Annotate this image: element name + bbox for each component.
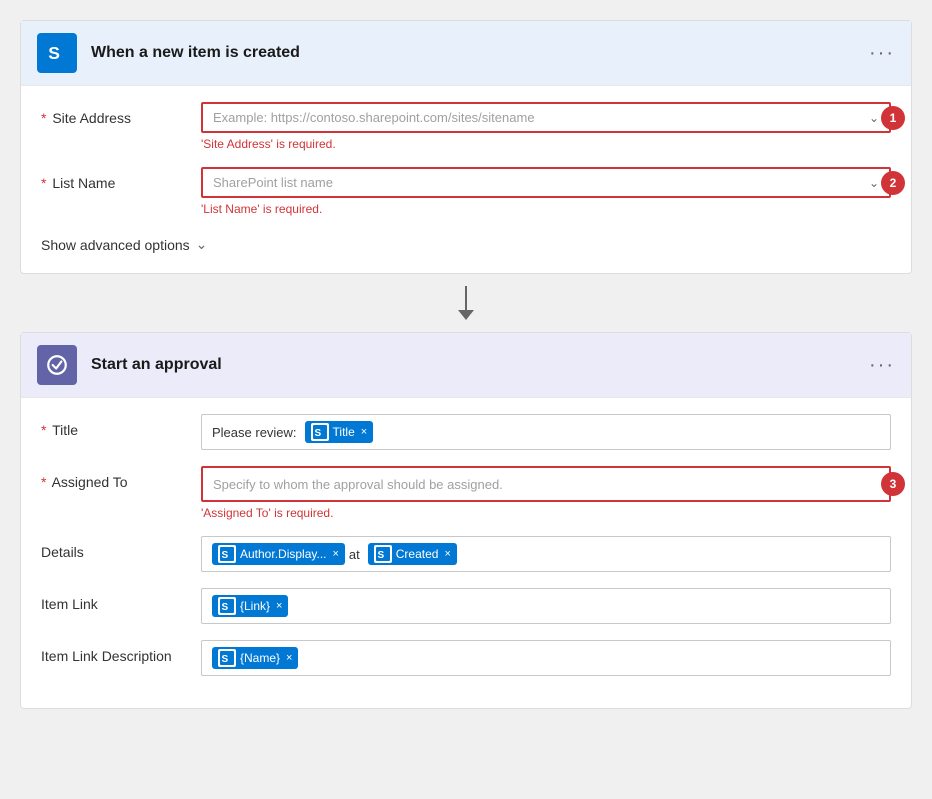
list-name-label: * List Name <box>41 167 201 191</box>
site-address-input-wrapper: Example: https://contoso.sharepoint.com/… <box>201 102 891 133</box>
trigger-card-menu[interactable]: ··· <box>869 42 895 65</box>
title-token[interactable]: S Title × <box>305 421 374 443</box>
details-token2-icon: S <box>374 545 392 563</box>
list-name-field: SharePoint list name ⌄ 2 'List Name' is … <box>201 167 891 216</box>
assigned-to-row: * Assigned To Specify to whom the approv… <box>41 466 891 520</box>
details-token2-label: Created <box>396 547 439 561</box>
arrow-line <box>458 286 474 320</box>
assigned-to-placeholder: Specify to whom the approval should be a… <box>213 477 503 492</box>
advanced-options-label: Show advanced options <box>41 237 190 253</box>
item-link-description-token-label: {Name} <box>240 651 280 665</box>
title-input[interactable]: Please review: S Title × <box>201 414 891 450</box>
list-name-placeholder: SharePoint list name <box>213 175 861 190</box>
list-name-step-badge: 2 <box>881 171 905 195</box>
approval-card-menu[interactable]: ··· <box>869 354 895 377</box>
title-token-close[interactable]: × <box>361 426 367 438</box>
connector-arrow <box>20 274 912 332</box>
site-address-placeholder: Example: https://contoso.sharepoint.com/… <box>213 110 861 125</box>
site-address-row: * Site Address Example: https://contoso.… <box>41 102 891 151</box>
site-address-required-star: * <box>41 110 46 126</box>
item-link-token-close[interactable]: × <box>276 600 282 612</box>
item-link-description-row: Item Link Description S {Name} × <box>41 640 891 676</box>
trigger-card-body: * Site Address Example: https://contoso.… <box>21 86 911 273</box>
title-token-label: Title <box>333 425 355 439</box>
svg-text:S: S <box>377 550 384 561</box>
item-link-token[interactable]: S {Link} × <box>212 595 288 617</box>
trigger-card: S When a new item is created ··· * Site … <box>20 20 912 274</box>
title-row: * Title Please review: S Title × <box>41 414 891 450</box>
assigned-to-field: Specify to whom the approval should be a… <box>201 466 891 520</box>
list-name-error: 'List Name' is required. <box>201 202 891 216</box>
site-address-input[interactable]: Example: https://contoso.sharepoint.com/… <box>201 102 891 133</box>
assigned-to-required-star: * <box>41 474 46 490</box>
details-token1[interactable]: S Author.Display... × <box>212 543 345 565</box>
site-address-field: Example: https://contoso.sharepoint.com/… <box>201 102 891 151</box>
site-address-step-badge: 1 <box>881 106 905 130</box>
title-field: Please review: S Title × <box>201 414 891 450</box>
details-input[interactable]: S Author.Display... × at S <box>201 536 891 572</box>
svg-text:S: S <box>222 654 229 665</box>
list-name-input[interactable]: SharePoint list name ⌄ <box>201 167 891 198</box>
list-name-required-star: * <box>41 175 46 191</box>
item-link-description-token-close[interactable]: × <box>286 652 292 664</box>
trigger-card-header: S When a new item is created ··· <box>21 21 911 86</box>
item-link-input[interactable]: S {Link} × <box>201 588 891 624</box>
approval-card-icon <box>37 345 77 385</box>
assigned-to-input-wrapper: Specify to whom the approval should be a… <box>201 466 891 502</box>
trigger-card-title: When a new item is created <box>91 44 869 62</box>
title-required-star: * <box>41 422 46 438</box>
list-name-row: * List Name SharePoint list name ⌄ 2 'Li… <box>41 167 891 216</box>
details-token2[interactable]: S Created × <box>368 543 457 565</box>
item-link-description-token[interactable]: S {Name} × <box>212 647 298 669</box>
arrow-shaft <box>465 286 467 310</box>
details-token1-label: Author.Display... <box>240 547 326 561</box>
item-link-row: Item Link S {Link} × <box>41 588 891 624</box>
item-link-field: S {Link} × <box>201 588 891 624</box>
approval-card: Start an approval ··· * Title Please rev… <box>20 332 912 709</box>
sharepoint-trigger-icon: S <box>37 33 77 73</box>
advanced-options-toggle[interactable]: Show advanced options ⌄ <box>41 232 891 257</box>
item-link-description-field: S {Name} × <box>201 640 891 676</box>
details-separator: at <box>349 547 360 562</box>
svg-text:S: S <box>222 602 229 613</box>
svg-text:S: S <box>314 428 321 439</box>
approval-card-body: * Title Please review: S Title × <box>21 398 911 708</box>
site-address-label: * Site Address <box>41 102 201 126</box>
details-label: Details <box>41 536 201 560</box>
details-row: Details S Author.Display... × at <box>41 536 891 572</box>
item-link-label: Item Link <box>41 588 201 612</box>
advanced-options-chevron-icon: ⌄ <box>196 236 208 253</box>
assigned-to-label: * Assigned To <box>41 466 201 490</box>
details-field: S Author.Display... × at S <box>201 536 891 572</box>
item-link-token-label: {Link} <box>240 599 270 613</box>
assigned-to-step-badge: 3 <box>881 472 905 496</box>
list-name-input-wrapper: SharePoint list name ⌄ 2 <box>201 167 891 198</box>
item-link-description-token-icon: S <box>218 649 236 667</box>
details-token2-close[interactable]: × <box>444 548 450 560</box>
title-token-icon: S <box>311 423 329 441</box>
item-link-token-icon: S <box>218 597 236 615</box>
approval-card-header: Start an approval ··· <box>21 333 911 398</box>
svg-text:S: S <box>222 550 229 561</box>
site-address-chevron-icon: ⌄ <box>869 111 879 125</box>
site-address-error: 'Site Address' is required. <box>201 137 891 151</box>
svg-text:S: S <box>48 43 60 63</box>
item-link-description-input[interactable]: S {Name} × <box>201 640 891 676</box>
details-token1-close[interactable]: × <box>332 548 338 560</box>
title-prefix-text: Please review: <box>212 425 297 440</box>
list-name-chevron-icon: ⌄ <box>869 176 879 190</box>
approval-card-title: Start an approval <box>91 356 869 374</box>
assigned-to-error: 'Assigned To' is required. <box>201 506 891 520</box>
assigned-to-input[interactable]: Specify to whom the approval should be a… <box>201 466 891 502</box>
details-token1-icon: S <box>218 545 236 563</box>
item-link-description-label: Item Link Description <box>41 640 201 664</box>
arrow-head <box>458 310 474 320</box>
title-label: * Title <box>41 414 201 438</box>
